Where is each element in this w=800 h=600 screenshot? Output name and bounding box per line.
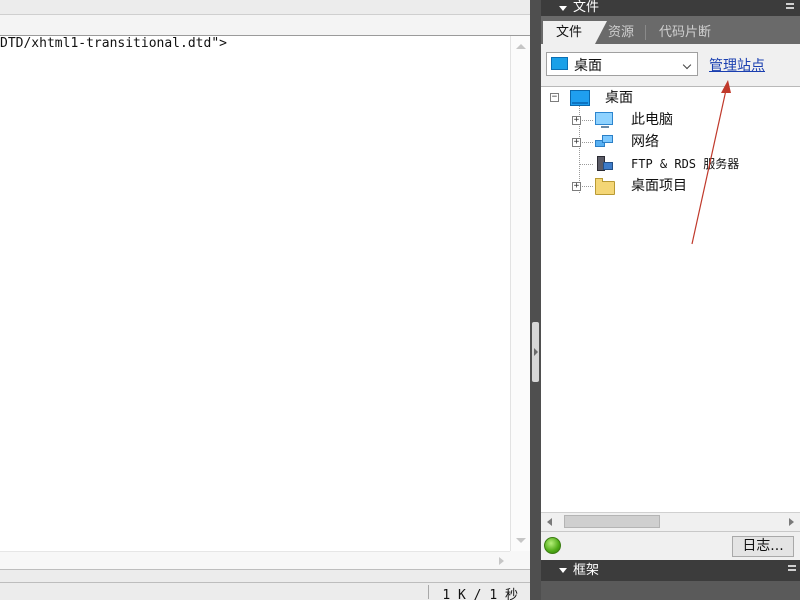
code-line: DTD/xhtml1-transitional.dtd">	[0, 36, 227, 51]
scroll-right-icon[interactable]	[789, 518, 794, 526]
panel-splitter[interactable]	[530, 0, 541, 600]
editor-horizontal-scrollbar[interactable]	[0, 551, 510, 570]
annotation-arrow	[691, 80, 731, 245]
code-editor[interactable]: DTD/xhtml1-transitional.dtd">	[0, 36, 510, 551]
status-divider	[428, 585, 429, 599]
editor-header-strip	[0, 15, 530, 36]
frames-panel-title: 框架	[573, 563, 600, 578]
collapse-panel-handle[interactable]	[532, 322, 539, 382]
status-bar: 1 K / 1 秒	[0, 582, 530, 600]
editor-bottom-strip	[0, 569, 530, 582]
scroll-corner	[510, 551, 530, 569]
app-window: DTD/xhtml1-transitional.dtd"> 1 K / 1 秒 …	[0, 0, 800, 600]
download-size-time: 1 K / 1 秒	[442, 588, 518, 600]
scroll-left-icon[interactable]	[547, 518, 552, 526]
panel-options-icon[interactable]	[788, 565, 796, 573]
status-indicator-icon	[544, 537, 561, 554]
files-panel-footer: 日志...	[541, 531, 800, 560]
file-tree-horizontal-scrollbar[interactable]	[541, 512, 800, 531]
scroll-right-icon[interactable]	[499, 557, 504, 565]
frames-panel-body	[541, 581, 800, 600]
collapse-triangle-icon[interactable]	[559, 568, 567, 573]
scroll-up-icon[interactable]	[516, 44, 526, 49]
log-button[interactable]: 日志...	[732, 536, 794, 557]
files-panel: 文件 文件 资源 代码片断 桌面 管理站点 − 桌面 + 此电脑 + 网络 FT…	[541, 0, 800, 600]
scroll-down-icon[interactable]	[516, 538, 526, 543]
editor-vertical-scrollbar[interactable]	[510, 36, 531, 551]
editor-top-bar	[0, 0, 530, 15]
scrollbar-thumb[interactable]	[564, 515, 660, 528]
frames-panel-header[interactable]: 框架	[541, 560, 800, 581]
